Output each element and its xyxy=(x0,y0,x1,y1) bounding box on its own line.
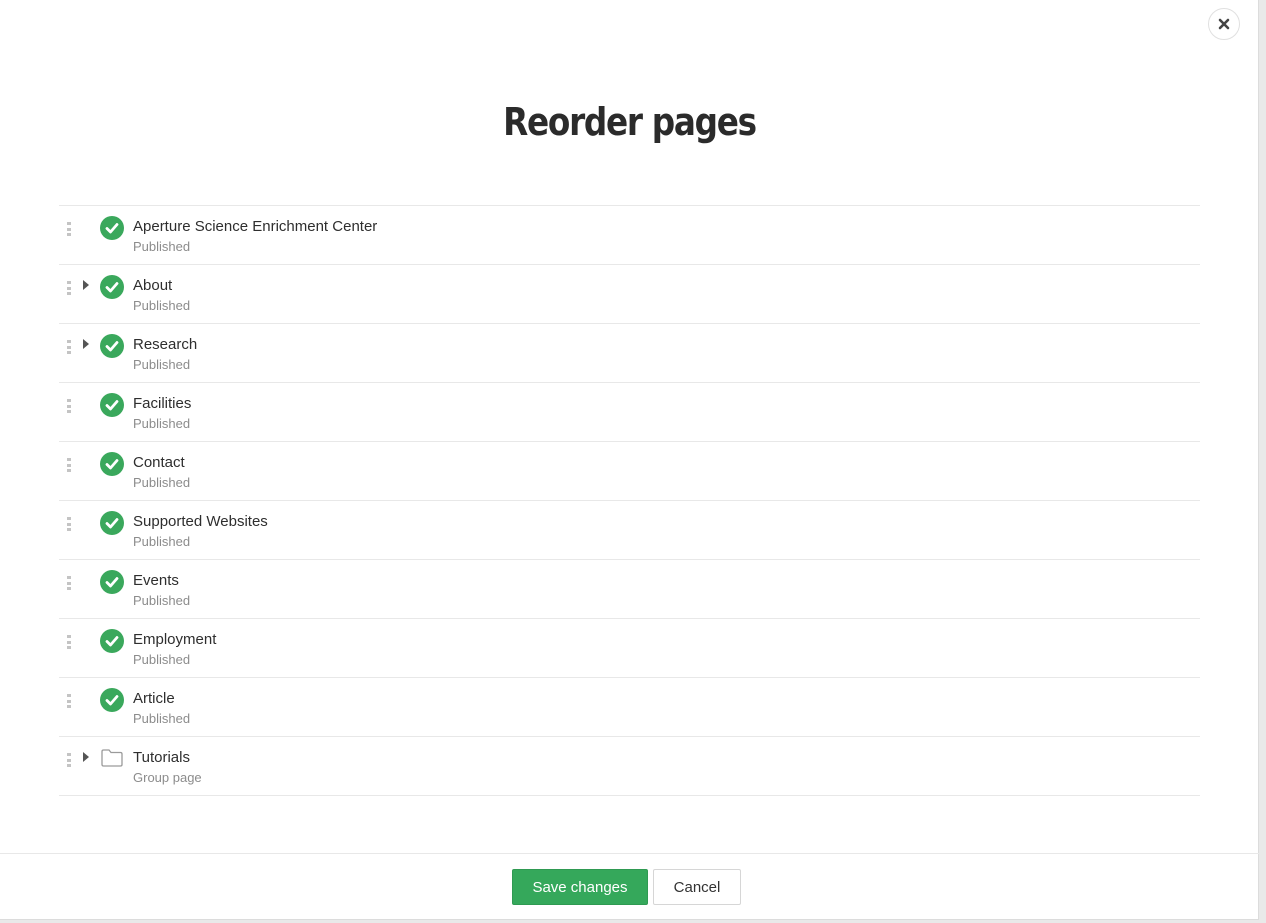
page-status: Published xyxy=(133,652,191,667)
page-name[interactable]: Employment xyxy=(133,631,216,648)
page-status: Published xyxy=(133,239,191,254)
drag-handle-icon[interactable] xyxy=(67,399,72,413)
page-name[interactable]: Contact xyxy=(133,454,185,471)
drag-handle-icon[interactable] xyxy=(67,576,72,590)
page-name[interactable]: Research xyxy=(133,336,197,353)
check-circle-icon xyxy=(100,688,124,712)
page-row[interactable]: Facilities Published xyxy=(59,383,1200,442)
page-status: Published xyxy=(133,357,191,372)
expand-caret-icon[interactable] xyxy=(81,751,91,763)
check-circle-icon xyxy=(100,452,124,476)
page-row[interactable]: Tutorials Group page xyxy=(59,737,1200,796)
reorder-pages-dialog: Reorder pages Aperture Science Enrichmen… xyxy=(0,0,1259,920)
page-title: Reorder pages xyxy=(503,100,757,144)
drag-handle-icon[interactable] xyxy=(67,458,72,472)
drag-handle-icon[interactable] xyxy=(67,635,72,649)
check-circle-icon xyxy=(100,334,124,358)
page-status: Published xyxy=(133,475,191,490)
page-row[interactable]: Events Published xyxy=(59,560,1200,619)
drag-handle-icon[interactable] xyxy=(67,222,72,236)
drag-handle-icon[interactable] xyxy=(67,753,72,767)
page-status: Published xyxy=(133,534,191,549)
page-row[interactable]: Supported Websites Published xyxy=(59,501,1200,560)
page-row[interactable]: About Published xyxy=(59,265,1200,324)
check-circle-icon xyxy=(100,393,124,417)
drag-handle-icon[interactable] xyxy=(67,694,72,708)
expand-caret-icon[interactable] xyxy=(81,279,91,291)
drag-handle-icon[interactable] xyxy=(67,517,72,531)
check-circle-icon xyxy=(100,275,124,299)
page-row[interactable]: Research Published xyxy=(59,324,1200,383)
page-status: Published xyxy=(133,711,191,726)
page-name[interactable]: Events xyxy=(133,572,179,589)
check-circle-icon xyxy=(100,570,124,594)
page-name[interactable]: Aperture Science Enrichment Center xyxy=(133,218,377,235)
page-row[interactable]: Contact Published xyxy=(59,442,1200,501)
page-status: Group page xyxy=(133,770,202,785)
page-row[interactable]: Article Published xyxy=(59,678,1200,737)
page-row[interactable]: Employment Published xyxy=(59,619,1200,678)
close-button[interactable] xyxy=(1208,8,1240,40)
expand-caret-icon[interactable] xyxy=(81,338,91,350)
page-name[interactable]: Facilities xyxy=(133,395,191,412)
page-name[interactable]: Article xyxy=(133,690,175,707)
folder-icon xyxy=(101,749,123,767)
check-circle-icon xyxy=(100,511,124,535)
save-changes-button[interactable]: Save changes xyxy=(512,869,648,905)
page-status: Published xyxy=(133,416,191,431)
check-circle-icon xyxy=(100,629,124,653)
page-row[interactable]: Aperture Science Enrichment Center Publis… xyxy=(59,206,1200,265)
drag-handle-icon[interactable] xyxy=(67,281,72,295)
page-name[interactable]: About xyxy=(133,277,172,294)
close-icon xyxy=(1218,18,1230,30)
page-list: Aperture Science Enrichment Center Publis… xyxy=(59,205,1200,796)
page-status: Published xyxy=(133,298,191,313)
page-name[interactable]: Tutorials xyxy=(133,749,190,766)
check-circle-icon xyxy=(100,216,124,240)
drag-handle-icon[interactable] xyxy=(67,340,72,354)
cancel-button[interactable]: Cancel xyxy=(653,869,741,905)
page-status: Published xyxy=(133,593,191,608)
page-name[interactable]: Supported Websites xyxy=(133,513,268,530)
dialog-footer: Save changes Cancel xyxy=(0,853,1259,920)
